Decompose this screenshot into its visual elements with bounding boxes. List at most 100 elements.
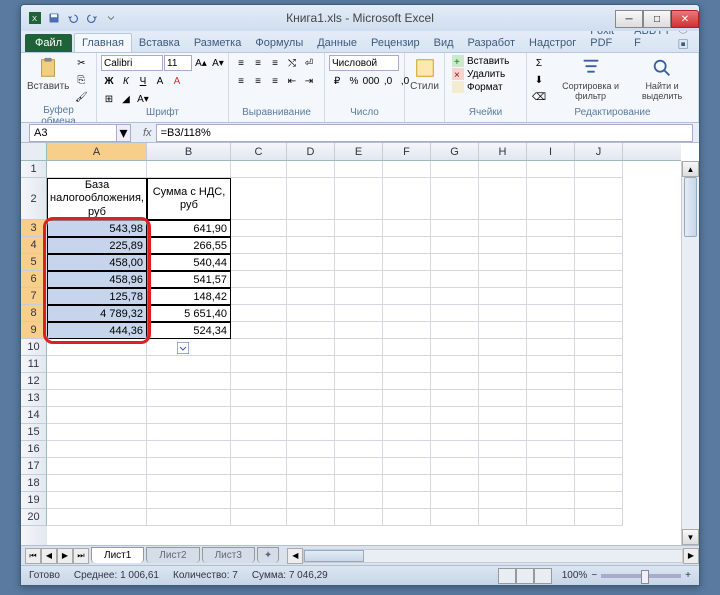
sheet-tab-1[interactable]: Лист1 <box>91 547 144 563</box>
cell-A17[interactable] <box>47 458 147 475</box>
cell-J12[interactable] <box>575 373 623 390</box>
cell-C16[interactable] <box>231 441 287 458</box>
save-icon[interactable] <box>46 10 62 26</box>
col-header-I[interactable]: I <box>527 143 575 160</box>
cell-E20[interactable] <box>335 509 383 526</box>
cell-G7[interactable] <box>431 288 479 305</box>
cell-B4[interactable]: 266,55 <box>147 237 231 254</box>
cell-D14[interactable] <box>287 407 335 424</box>
fill-color-icon[interactable]: A <box>169 73 185 89</box>
cell-F7[interactable] <box>383 288 431 305</box>
file-tab[interactable]: Файл <box>25 34 72 52</box>
row-header-15[interactable]: 15 <box>21 424 47 441</box>
close-button[interactable]: ✕ <box>671 10 699 28</box>
cell-J19[interactable] <box>575 492 623 509</box>
fill-bucket-icon[interactable]: ◢ <box>118 91 134 107</box>
row-header-1[interactable]: 1 <box>21 161 47 178</box>
tab-review[interactable]: Рецензир <box>364 34 427 52</box>
cell-G4[interactable] <box>431 237 479 254</box>
cell-I16[interactable] <box>527 441 575 458</box>
sheet-tab-3[interactable]: Лист3 <box>202 547 255 563</box>
cell-G2[interactable] <box>431 178 479 220</box>
underline-icon[interactable]: Ч <box>135 73 151 89</box>
cell-I18[interactable] <box>527 475 575 492</box>
row-header-11[interactable]: 11 <box>21 356 47 373</box>
cell-C8[interactable] <box>231 305 287 322</box>
font-color-icon[interactable]: A <box>152 73 168 89</box>
insert-cells-button[interactable]: +Вставить <box>449 55 522 67</box>
col-header-J[interactable]: J <box>575 143 623 160</box>
cell-F9[interactable] <box>383 322 431 339</box>
cell-D10[interactable] <box>287 339 335 356</box>
row-header-13[interactable]: 13 <box>21 390 47 407</box>
cell-B3[interactable]: 641,90 <box>147 220 231 237</box>
cell-D20[interactable] <box>287 509 335 526</box>
cell-H6[interactable] <box>479 271 527 288</box>
tab-developer[interactable]: Разработ <box>461 34 522 52</box>
hscroll-thumb[interactable] <box>304 550 364 562</box>
row-header-14[interactable]: 14 <box>21 407 47 424</box>
cell-A1[interactable] <box>47 161 147 178</box>
cell-J5[interactable] <box>575 254 623 271</box>
cell-J15[interactable] <box>575 424 623 441</box>
cell-H20[interactable] <box>479 509 527 526</box>
cell-E5[interactable] <box>335 254 383 271</box>
cell-D4[interactable] <box>287 237 335 254</box>
scroll-thumb[interactable] <box>684 177 697 237</box>
indent-inc-icon[interactable]: ⇥ <box>301 73 317 89</box>
cell-A9[interactable]: 444,36 <box>47 322 147 339</box>
cell-G3[interactable] <box>431 220 479 237</box>
cell-J10[interactable] <box>575 339 623 356</box>
cell-I15[interactable] <box>527 424 575 441</box>
cell-C2[interactable] <box>231 178 287 220</box>
format-painter-icon[interactable]: 🖌 <box>73 89 89 105</box>
cell-I11[interactable] <box>527 356 575 373</box>
cell-A14[interactable] <box>47 407 147 424</box>
cell-F2[interactable] <box>383 178 431 220</box>
cell-C3[interactable] <box>231 220 287 237</box>
cell-D1[interactable] <box>287 161 335 178</box>
cell-E17[interactable] <box>335 458 383 475</box>
align-center-icon[interactable]: ≡ <box>250 73 266 89</box>
sheet-last-button[interactable]: ⏭ <box>73 548 89 564</box>
cell-H2[interactable] <box>479 178 527 220</box>
cell-F6[interactable] <box>383 271 431 288</box>
cell-B5[interactable]: 540,44 <box>147 254 231 271</box>
cell-E1[interactable] <box>335 161 383 178</box>
cell-A4[interactable]: 225,89 <box>47 237 147 254</box>
cell-D7[interactable] <box>287 288 335 305</box>
cell-H18[interactable] <box>479 475 527 492</box>
zoom-in-button[interactable]: + <box>685 570 691 581</box>
cell-B1[interactable] <box>147 161 231 178</box>
cell-G15[interactable] <box>431 424 479 441</box>
row-header-20[interactable]: 20 <box>21 509 47 526</box>
cell-D6[interactable] <box>287 271 335 288</box>
cell-B2[interactable]: Сумма с НДС, руб <box>147 178 231 220</box>
cell-F17[interactable] <box>383 458 431 475</box>
cell-H1[interactable] <box>479 161 527 178</box>
cell-I7[interactable] <box>527 288 575 305</box>
cell-F19[interactable] <box>383 492 431 509</box>
cell-F11[interactable] <box>383 356 431 373</box>
font-name-select[interactable] <box>101 55 163 71</box>
cell-C5[interactable] <box>231 254 287 271</box>
row-header-2[interactable]: 2 <box>21 178 47 220</box>
cell-F13[interactable] <box>383 390 431 407</box>
cell-F10[interactable] <box>383 339 431 356</box>
cell-I12[interactable] <box>527 373 575 390</box>
cell-D3[interactable] <box>287 220 335 237</box>
cell-E9[interactable] <box>335 322 383 339</box>
cell-J14[interactable] <box>575 407 623 424</box>
cell-J7[interactable] <box>575 288 623 305</box>
cell-A16[interactable] <box>47 441 147 458</box>
cell-F4[interactable] <box>383 237 431 254</box>
cell-H10[interactable] <box>479 339 527 356</box>
autosum-icon[interactable]: Σ <box>531 55 547 71</box>
zoom-out-button[interactable]: − <box>591 570 597 581</box>
cell-C15[interactable] <box>231 424 287 441</box>
align-bot-icon[interactable]: ≡ <box>267 55 283 71</box>
cell-A19[interactable] <box>47 492 147 509</box>
worksheet-grid[interactable]: ABCDEFGHIJ 12345678910111213141516171819… <box>21 143 699 545</box>
cell-E8[interactable] <box>335 305 383 322</box>
cell-I8[interactable] <box>527 305 575 322</box>
